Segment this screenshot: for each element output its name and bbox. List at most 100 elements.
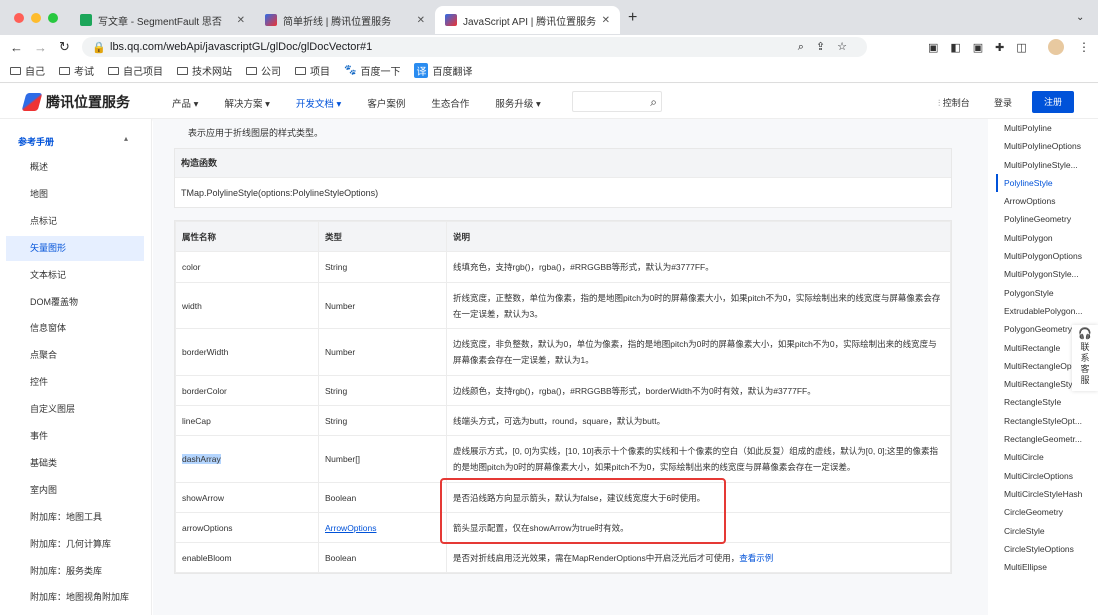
- nav-ecosystem[interactable]: 生态合作: [431, 96, 469, 110]
- bookmark[interactable]: 🐾 百度一下: [344, 63, 400, 78]
- register-button[interactable]: 注册: [1032, 91, 1074, 113]
- property-type: Boolean: [318, 542, 447, 573]
- property-name-text: dashArray: [182, 454, 221, 464]
- sidebar-item[interactable]: 文本标记: [6, 263, 144, 288]
- right-nav-item[interactable]: MultiPolygon: [996, 229, 1098, 247]
- view-example-link[interactable]: 查看示例: [739, 553, 773, 563]
- search-input[interactable]: ⌕: [572, 91, 662, 112]
- sidebar-title[interactable]: 参考手册: [18, 135, 54, 148]
- close-icon[interactable]: ✕: [237, 15, 245, 26]
- sidebar-item[interactable]: 点聚合: [6, 343, 144, 368]
- sidebar-item[interactable]: 附加库：几何计算库: [6, 532, 144, 557]
- folder-icon: [177, 66, 188, 75]
- sidebar-item[interactable]: 地图: [6, 182, 144, 207]
- sidebar-item[interactable]: 事件: [6, 424, 144, 449]
- tab-segmentfault[interactable]: 写文章 - SegmentFault 思否 ✕: [70, 6, 255, 34]
- bookmark[interactable]: 公司: [246, 63, 281, 78]
- tencent-icon: [445, 14, 457, 26]
- property-description: 边线宽度，非负整数，默认为0，单位为像素，指的是地图pitch为0时的屏幕像素大…: [446, 328, 951, 376]
- sidebar-item[interactable]: 附加库：地图视角附加库: [6, 585, 144, 610]
- logo[interactable]: 腾讯位置服务: [21, 92, 130, 112]
- right-nav-item[interactable]: PolygonStyle: [996, 284, 1098, 302]
- bookmark[interactable]: 项目: [295, 63, 330, 78]
- menu-icon[interactable]: ⋮: [1078, 40, 1090, 54]
- extensions-icon[interactable]: ▣◧▣✚◫: [928, 41, 1039, 54]
- nav-cases[interactable]: 客户案例: [367, 96, 405, 110]
- nav-products[interactable]: 产品 ▾: [172, 96, 198, 110]
- tab-javascript-api[interactable]: JavaScript API | 腾讯位置服务 ✕: [435, 6, 620, 34]
- bookmark[interactable]: 考试: [59, 63, 94, 78]
- sidebar-item[interactable]: DOM覆盖物: [6, 290, 144, 315]
- bookmark[interactable]: 译百度翻译: [414, 63, 472, 78]
- right-nav-item[interactable]: RectangleGeometr...: [996, 430, 1098, 448]
- nav-upgrade[interactable]: 服务升级 ▾: [495, 96, 540, 110]
- property-name: arrowOptions: [175, 512, 319, 543]
- sidebar-item[interactable]: 附加库：服务类库: [6, 559, 144, 584]
- contact-service-button[interactable]: 🎧 联系客服: [1072, 325, 1098, 391]
- sidebar: 参考手册 ▴ 概述 地图 点标记 矢量图形 文本标记 DOM覆盖物 信息窗体 点聚合 控件 自定义…: [0, 119, 152, 615]
- property-name-text: borderWidth: [182, 347, 229, 357]
- right-nav-item[interactable]: MultiPolygonStyle...: [996, 265, 1098, 283]
- property-type: String: [318, 375, 447, 406]
- console-link[interactable]: ⫶ 控制台: [938, 96, 970, 109]
- window-controls[interactable]: [14, 13, 58, 23]
- sidebar-item[interactable]: 控件: [6, 370, 144, 395]
- sidebar-item[interactable]: 室内图: [6, 478, 144, 503]
- bookmark[interactable]: 自己: [10, 63, 45, 78]
- bookmark[interactable]: 技术网站: [177, 63, 232, 78]
- right-nav-item[interactable]: CircleStyleOptions: [996, 540, 1098, 558]
- close-icon[interactable]: ✕: [417, 15, 425, 26]
- right-nav-item[interactable]: MultiCircleStyleHash: [996, 485, 1098, 503]
- right-nav-item[interactable]: RectangleStyle: [996, 393, 1098, 411]
- sidebar-item[interactable]: 基础类: [6, 451, 144, 476]
- new-tab-icon[interactable]: +: [628, 9, 637, 27]
- nav-docs[interactable]: 开发文档 ▾: [296, 96, 341, 110]
- property-name: lineCap: [175, 405, 319, 436]
- back-icon[interactable]: ←: [10, 40, 23, 55]
- nav-solutions[interactable]: 解决方案 ▾: [224, 96, 269, 110]
- sidebar-item[interactable]: 附加库：地图工具: [6, 505, 144, 530]
- right-nav-item[interactable]: PolylineGeometry: [996, 210, 1098, 228]
- search-icon[interactable]: ⌕: [650, 95, 657, 110]
- table-row: enableBloom Boolean 是否对折线启用泛光效果，需在MapRende…: [175, 542, 951, 573]
- sidebar-item[interactable]: 矢量图形: [6, 235, 144, 261]
- right-nav-item[interactable]: PolylineStyle: [996, 173, 1098, 193]
- property-name-text: showArrow: [182, 492, 225, 503]
- sidebar-item[interactable]: 概述: [6, 155, 144, 180]
- login-link[interactable]: 登录: [994, 96, 1012, 109]
- right-nav-item[interactable]: MultiPolylineOptions: [996, 137, 1098, 155]
- property-name: showArrow: [175, 482, 319, 513]
- right-nav-item[interactable]: ArrowOptions: [996, 192, 1098, 210]
- close-icon[interactable]: ✕: [602, 15, 610, 26]
- arrow-options-link[interactable]: ArrowOptions: [325, 523, 377, 533]
- right-nav-item[interactable]: MultiPolygonOptions: [996, 247, 1098, 265]
- sidebar-item[interactable]: 自定义图层: [6, 397, 144, 422]
- right-nav-item[interactable]: RectangleStyleOpt...: [996, 412, 1098, 430]
- bookmark[interactable]: 自己项目: [108, 63, 163, 78]
- sidebar-item[interactable]: 点标记: [6, 209, 144, 234]
- property-description: 是否对折线启用泛光效果，需在MapRenderOptions中开启泛光后才可使用…: [446, 542, 951, 573]
- chevron-down-icon[interactable]: ⌄: [1076, 12, 1084, 23]
- description-text: 虚线展示方式，[0, 0]为实线，[10, 10]表示十个像素的实线和十个像素的…: [453, 446, 939, 472]
- right-nav-item[interactable]: CircleStyle: [996, 522, 1098, 540]
- reload-icon[interactable]: ↻: [59, 39, 70, 55]
- right-nav-item[interactable]: ExtrudablePolygon...: [996, 302, 1098, 320]
- chevron-up-icon[interactable]: ▴: [124, 134, 128, 143]
- forward-icon[interactable]: →: [34, 40, 47, 55]
- avatar[interactable]: [1048, 39, 1064, 55]
- url-input[interactable]: 🔒 lbs.qq.com/webApi/javascriptGL/glDoc/gl…: [82, 37, 867, 57]
- right-nav-item[interactable]: MultiEllipse: [996, 558, 1098, 576]
- property-type[interactable]: ArrowOptions: [318, 512, 447, 543]
- right-nav-item[interactable]: CircleGeometry: [996, 503, 1098, 521]
- table-row: lineCap String 线端头方式，可选为butt，round，square，…: [175, 405, 951, 436]
- right-nav-item[interactable]: MultiPolyline: [996, 119, 1098, 137]
- logo-icon: [21, 93, 43, 111]
- right-nav-item[interactable]: MultiCircle: [996, 448, 1098, 466]
- right-nav-item[interactable]: MultiCircleOptions: [996, 467, 1098, 485]
- right-nav-item[interactable]: MultiPolylineStyle...: [996, 156, 1098, 174]
- url-actions-icon[interactable]: ⌕⇪☆: [798, 40, 859, 54]
- nav-label: 服务升级: [495, 99, 534, 110]
- sidebar-item[interactable]: 信息窗体: [6, 316, 144, 341]
- nav-label: 开发文档: [295, 99, 334, 110]
- tab-simple-polyline[interactable]: 简单折线 | 腾讯位置服务 ✕: [255, 6, 435, 34]
